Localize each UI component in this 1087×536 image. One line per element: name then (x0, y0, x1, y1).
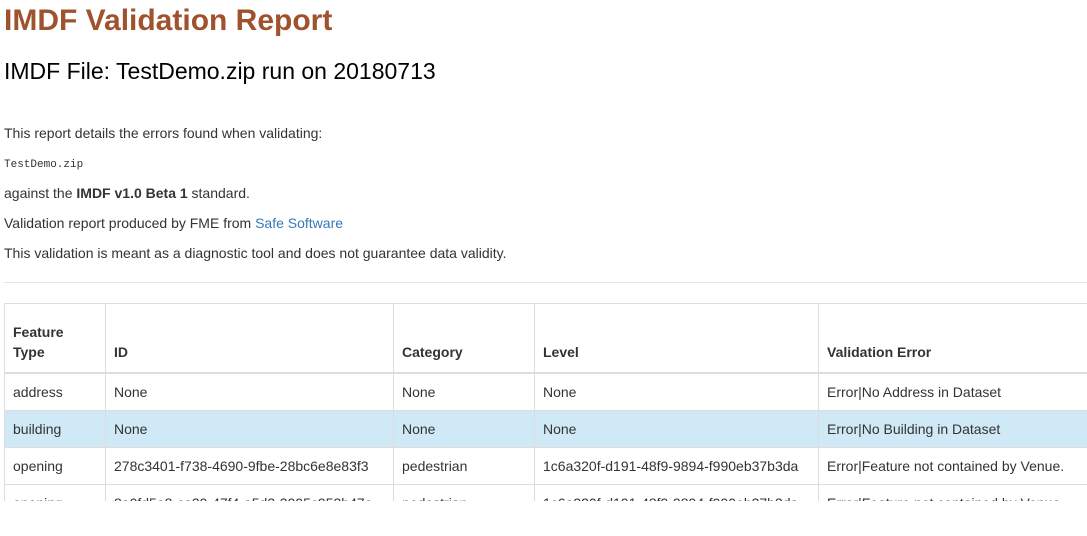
header-validation-error: Validation Error (818, 303, 1087, 374)
table-row-highlighted: building None None None Error|No Buildin… (4, 410, 1087, 448)
cell-id: 8a0fd5a8-ca39-47f4-a5d3-3995c953b47e (105, 484, 394, 501)
cell-validation-error: Error|No Address in Dataset (818, 372, 1087, 411)
table-row: opening 8a0fd5a8-ca39-47f4-a5d3-3995c953… (4, 484, 1087, 501)
cell-validation-error: Error|No Building in Dataset (818, 410, 1087, 448)
page-subtitle: IMDF File: TestDemo.zip run on 20180713 (4, 58, 436, 84)
header-level: Level (534, 303, 819, 374)
producer-prefix: Validation report produced by FME from (4, 215, 256, 231)
cell-id: 278c3401-f738-4690-9fbe-28bc6e8e83f3 (105, 447, 394, 485)
cell-category: pedestrian (393, 484, 535, 501)
disclaimer-text: This validation is meant as a diagnostic… (4, 245, 507, 261)
cell-validation-error: Error|Feature not contained by Venue. (818, 447, 1087, 485)
cell-feature-type: opening (4, 484, 106, 501)
cell-level: None (534, 372, 819, 411)
report-table-container[interactable]: Feature Type ID Category Level Validatio… (4, 303, 1087, 501)
cell-validation-error: Error|Feature not contained by Venue. (818, 484, 1087, 501)
against-prefix: against the (4, 185, 77, 201)
cell-feature-type: opening (4, 447, 106, 485)
table-row: address None None None Error|No Address … (4, 372, 1087, 411)
report-page: IMDF Validation Report IMDF File: TestDe… (0, 0, 1087, 536)
header-id: ID (105, 303, 394, 374)
header-feature-type: Feature Type (4, 303, 106, 374)
header-category: Category (393, 303, 535, 374)
page-title: IMDF Validation Report (4, 4, 333, 37)
cell-id: None (105, 410, 394, 448)
cell-category: None (393, 372, 535, 411)
cell-level: 1c6a320f-d191-48f9-9894-f990eb37b3da (534, 447, 819, 485)
table-header-row: Feature Type ID Category Level Validatio… (4, 303, 1087, 374)
cell-feature-type: address (4, 372, 106, 411)
intro-text: This report details the errors found whe… (4, 125, 323, 141)
section-divider (4, 282, 1087, 283)
cell-level: 1c6a320f-d191-48f9-9894-f990eb37b3da (534, 484, 819, 501)
safe-software-link[interactable]: Safe Software (255, 215, 343, 231)
cell-category: pedestrian (393, 447, 535, 485)
standard-name: IMDF v1.0 Beta 1 (76, 185, 188, 201)
cell-feature-type: building (4, 410, 106, 448)
table-row: opening 278c3401-f738-4690-9fbe-28bc6e8e… (4, 447, 1087, 485)
cell-category: None (393, 410, 535, 448)
validation-table: Feature Type ID Category Level Validatio… (4, 303, 1087, 501)
producer-statement: Validation report produced by FME from S… (4, 214, 343, 232)
cell-id: None (105, 372, 394, 411)
against-suffix: standard. (187, 185, 250, 201)
cell-level: None (534, 410, 819, 448)
filename-code: TestDemo.zip (4, 159, 84, 171)
standard-statement: against the IMDF v1.0 Beta 1 standard. (4, 184, 250, 202)
